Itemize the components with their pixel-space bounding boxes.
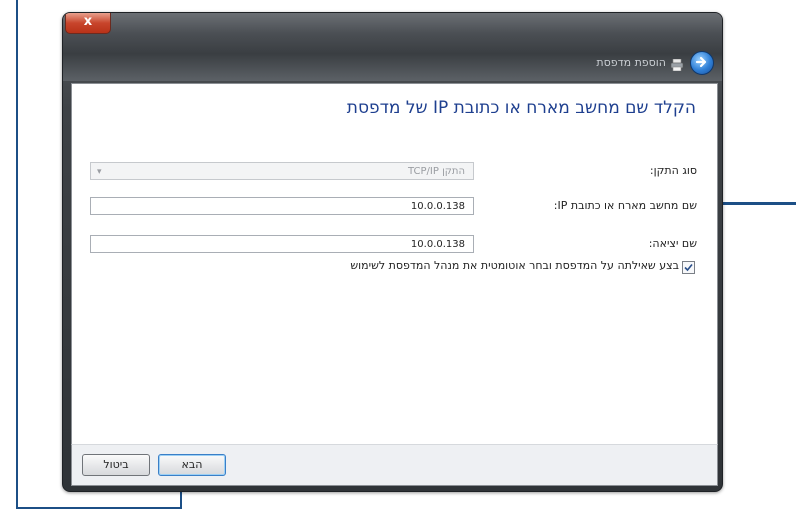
next-button[interactable]: הבא (158, 454, 226, 476)
query-printer-label: בצע שאילתה על המדפסת ובחר אוטומטית את מנ… (350, 259, 679, 272)
wizard-footer: הבא ביטול (71, 444, 718, 486)
page: x הוספת מדפסת הקלד שם מחשב מארח או כתובת… (0, 0, 796, 525)
page-heading: הקלד שם מחשב מארח או כתובת IP של מדפסת (346, 98, 696, 118)
wizard-content: הקלד שם מחשב מארח או כתובת IP של מדפסת ס… (71, 83, 718, 445)
hostname-input[interactable]: 10.0.0.138 (90, 197, 474, 215)
annotation-line-bottom (16, 507, 182, 509)
title-bar: x הוספת מדפסת (63, 13, 722, 81)
add-printer-window: x הוספת מדפסת הקלד שם מחשב מארח או כתובת… (62, 12, 723, 492)
device-type-label: סוג התקן: (649, 164, 697, 177)
device-type-select[interactable]: ▾ התקן TCP/IP (90, 162, 474, 180)
cancel-button[interactable]: ביטול (82, 454, 150, 476)
port-name-input[interactable]: 10.0.0.138 (90, 235, 474, 253)
printer-icon (670, 56, 684, 72)
checkmark-icon (684, 263, 693, 272)
hostname-label: שם מחשב מארח או כתובת IP: (553, 199, 697, 212)
close-button[interactable]: x (65, 13, 111, 34)
annotation-line-left (16, 0, 18, 509)
back-button[interactable] (690, 51, 714, 75)
port-name-label: שם יציאה: (648, 237, 697, 250)
window-title: הוספת מדפסת (596, 56, 666, 69)
chevron-down-icon: ▾ (97, 167, 102, 177)
back-arrow-icon (695, 56, 707, 68)
device-type-value: התקן TCP/IP (408, 166, 465, 177)
query-printer-checkbox[interactable] (682, 261, 695, 274)
close-icon: x (83, 14, 93, 29)
